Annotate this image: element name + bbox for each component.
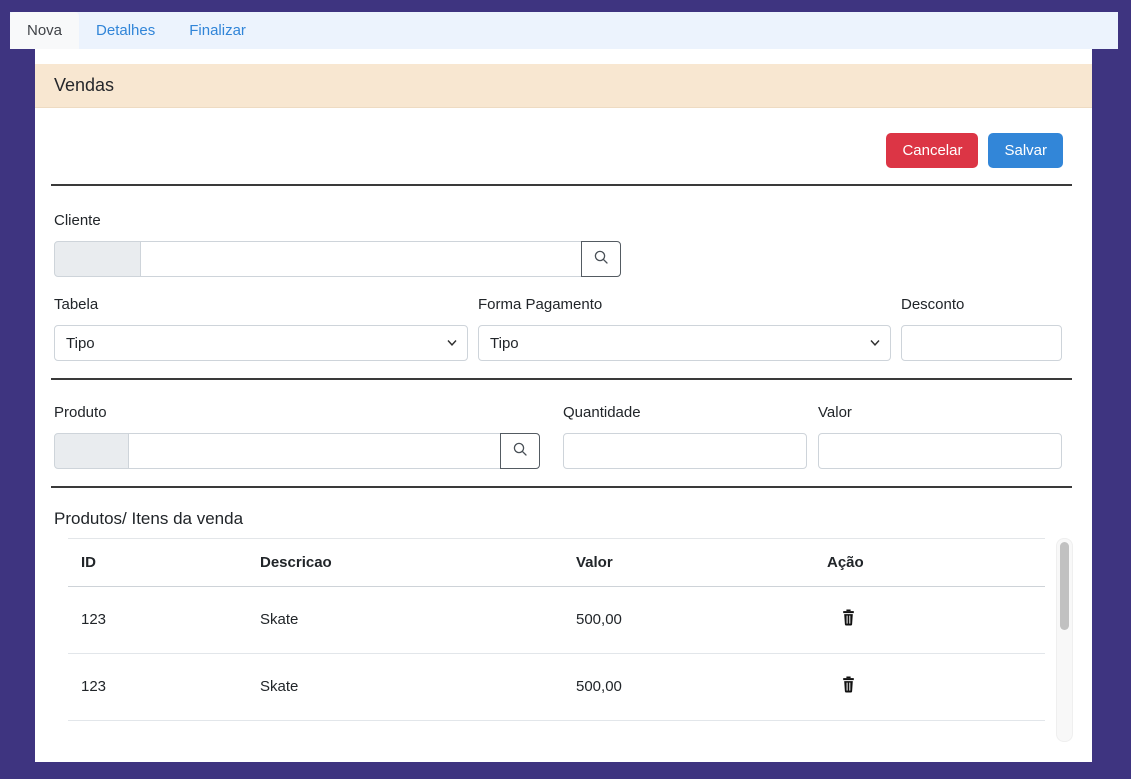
forma-pagamento-select[interactable]: Tipo [478, 325, 891, 361]
divider [51, 378, 1072, 380]
trash-icon [841, 676, 856, 693]
items-heading: Produtos/ Itens da venda [54, 509, 243, 529]
tab-detalhes[interactable]: Detalhes [79, 12, 172, 49]
forma-pagamento-label: Forma Pagamento [478, 296, 602, 313]
tabela-select-wrap: Tipo [54, 325, 468, 361]
valor-input[interactable] [818, 433, 1062, 469]
produto-label: Produto [54, 404, 107, 421]
cliente-name-input[interactable] [140, 241, 582, 277]
desconto-input[interactable] [901, 325, 1062, 361]
items-table: ID Descricao Valor Ação 123 Skate 500,00 [68, 538, 1045, 742]
cliente-label: Cliente [54, 212, 101, 229]
cell-descricao: Skate [247, 587, 563, 654]
column-header-id: ID [68, 539, 247, 587]
page-header: Vendas [35, 64, 1092, 108]
quantidade-input[interactable] [563, 433, 807, 469]
vendas-card: Vendas Cancelar Salvar Cliente Tabela Fo… [35, 49, 1092, 762]
items-table-container: ID Descricao Valor Ação 123 Skate 500,00 [68, 538, 1073, 742]
cell-acao [814, 654, 1045, 721]
divider [51, 184, 1072, 186]
cell-descricao: Skate [247, 721, 563, 743]
table-row: 123 Skate 500,00 [68, 721, 1045, 743]
search-icon [512, 441, 529, 461]
tab-finalizar[interactable]: Finalizar [172, 12, 263, 49]
forma-pagamento-select-wrap: Tipo [478, 325, 891, 361]
cell-id: 123 [68, 721, 247, 743]
table-row: 123 Skate 500,00 [68, 654, 1045, 721]
tab-bar: Nova Detalhes Finalizar [10, 12, 1118, 49]
quantidade-label: Quantidade [563, 404, 641, 421]
save-button[interactable]: Salvar [988, 133, 1063, 168]
cancel-button[interactable]: Cancelar [886, 133, 978, 168]
cliente-search-button[interactable] [581, 241, 621, 277]
table-scrollbar-thumb[interactable] [1060, 542, 1069, 630]
tab-nova[interactable]: Nova [10, 12, 79, 49]
trash-icon [841, 609, 856, 626]
delete-item-button[interactable] [841, 609, 856, 626]
cell-valor: 500,00 [563, 587, 814, 654]
column-header-descricao: Descricao [247, 539, 563, 587]
table-scrollbar-track[interactable] [1056, 538, 1073, 742]
column-header-valor: Valor [563, 539, 814, 587]
cell-acao [814, 721, 1045, 743]
cell-id: 123 [68, 587, 247, 654]
produto-input-group [54, 433, 540, 469]
search-icon [593, 249, 610, 269]
column-header-acao: Ação [814, 539, 1045, 587]
desconto-label: Desconto [901, 296, 964, 313]
page-title: Vendas [54, 75, 114, 96]
cell-valor: 500,00 [563, 721, 814, 743]
cell-valor: 500,00 [563, 654, 814, 721]
cell-acao [814, 587, 1045, 654]
cliente-code-input [54, 241, 141, 277]
cell-descricao: Skate [247, 654, 563, 721]
table-row: 123 Skate 500,00 [68, 587, 1045, 654]
tabela-select[interactable]: Tipo [54, 325, 468, 361]
delete-item-button[interactable] [841, 676, 856, 693]
cell-id: 123 [68, 654, 247, 721]
divider [51, 486, 1072, 488]
produto-code-input [54, 433, 129, 469]
cliente-input-group [54, 241, 621, 277]
produto-search-button[interactable] [500, 433, 540, 469]
tabela-label: Tabela [54, 296, 98, 313]
valor-label: Valor [818, 404, 852, 421]
action-buttons: Cancelar Salvar [886, 133, 1063, 168]
table-header-row: ID Descricao Valor Ação [68, 539, 1045, 587]
produto-name-input[interactable] [128, 433, 501, 469]
